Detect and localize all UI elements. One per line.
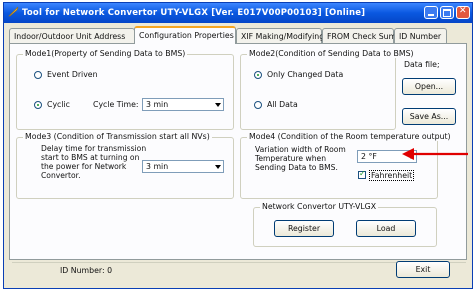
annotation-arrow-icon	[402, 148, 468, 160]
load-button[interactable]: Load	[356, 220, 416, 237]
variation-width-value: 2 °F	[361, 152, 377, 161]
save-as-button[interactable]: Save As...	[402, 108, 456, 125]
mode3-group: Mode3 (Condition of Transmission start a…	[16, 132, 234, 199]
network-convertor-group: Network Convertor UTY-VLGX Register Load	[253, 202, 437, 247]
cycle-time-select[interactable]: 3 min	[142, 98, 224, 111]
mode4-description-line3: Sending Data to BMS.	[255, 163, 338, 172]
register-button[interactable]: Register	[274, 220, 334, 237]
data-file-label: Data file;	[404, 60, 440, 69]
mode2-group: Mode2(Condition of Sending Data to BMS) …	[240, 49, 416, 130]
minimize-button[interactable]	[424, 6, 438, 19]
close-button[interactable]	[456, 6, 470, 19]
tab-configuration-properties[interactable]: Configuration Properties	[134, 26, 236, 44]
mode2-legend: Mode2(Condition of Sending Data to BMS)	[247, 49, 416, 58]
configuration-panel: Mode1(Property of Sending Data to BMS) E…	[9, 43, 467, 260]
mode1-legend: Mode1(Property of Sending Data to BMS)	[23, 49, 188, 58]
window-title: Tool for Network Convertor UTY-VLGX [Ver…	[22, 8, 366, 18]
cyclic-radio[interactable]	[34, 101, 42, 109]
delay-time-value: 3 min	[146, 162, 169, 171]
delay-time-select[interactable]: 3 min	[142, 160, 224, 173]
id-number-label: ID Number: 0	[60, 266, 113, 275]
tab-id-number[interactable]: ID Number	[394, 28, 447, 43]
exit-button[interactable]: Exit	[396, 261, 450, 278]
chevron-down-icon[interactable]	[213, 162, 222, 171]
cycle-time-label: Cycle Time:	[93, 100, 139, 109]
open-button[interactable]: Open...	[402, 78, 456, 95]
tab-from-check-sum[interactable]: FROM Check Sum	[322, 28, 396, 43]
app-icon	[8, 6, 19, 17]
mode4-description-line1: Variation width of Room	[255, 145, 346, 154]
title-bar[interactable]: Tool for Network Convertor UTY-VLGX [Ver…	[4, 3, 472, 23]
network-convertor-legend: Network Convertor UTY-VLGX	[260, 202, 379, 211]
cycle-time-value: 3 min	[146, 100, 169, 109]
chevron-down-icon[interactable]	[213, 100, 222, 109]
mode1-group: Mode1(Property of Sending Data to BMS) E…	[16, 49, 234, 130]
tab-xif-making[interactable]: XIF Making/Modifying	[236, 28, 324, 43]
tab-indoor-outdoor-address[interactable]: Indoor/Outdoor Unit Address	[9, 28, 135, 43]
fahrenheit-label: Fahrenheit	[369, 170, 415, 181]
only-changed-radio[interactable]	[254, 71, 262, 79]
cyclic-label: Cyclic	[47, 100, 70, 109]
mode3-description-line1: Delay time for transmission	[41, 144, 147, 153]
event-driven-label: Event Driven	[47, 70, 98, 79]
all-data-radio[interactable]	[254, 101, 262, 109]
mode4-description-line2: Temperature when	[255, 154, 327, 163]
mode3-description-line3: the power for Network	[41, 162, 127, 171]
event-driven-radio[interactable]	[34, 71, 42, 79]
all-data-label: All Data	[267, 100, 298, 109]
mode3-legend: Mode3 (Condition of Transmission start a…	[23, 132, 212, 141]
mode3-description-line2: start to BMS at turning on	[41, 153, 140, 162]
maximize-button[interactable]	[440, 6, 454, 19]
fahrenheit-checkbox[interactable]	[358, 169, 366, 179]
only-changed-label: Only Changed Data	[267, 70, 344, 79]
mode4-group: Mode4 (Condition of the Room temperature…	[240, 132, 453, 199]
mode4-legend: Mode4 (Condition of the Room temperature…	[247, 132, 453, 141]
mode3-description-line4: Convertor.	[41, 171, 81, 180]
app-window: Tool for Network Convertor UTY-VLGX [Ver…	[3, 2, 473, 289]
